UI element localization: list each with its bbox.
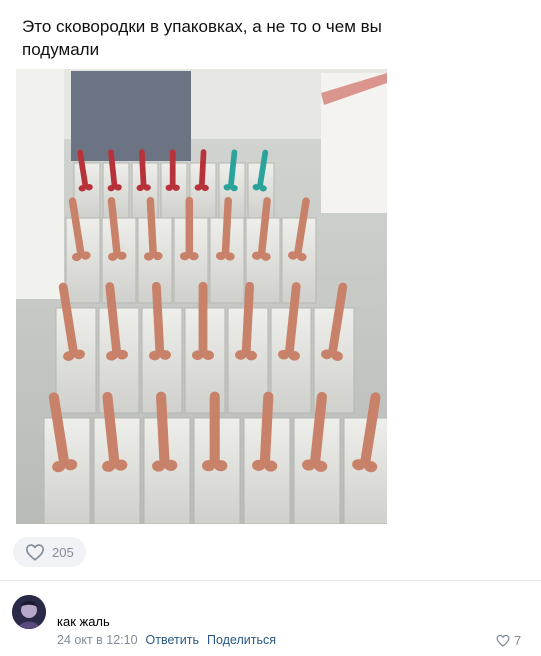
comment-like-button[interactable]: 7	[496, 633, 521, 648]
reply-button[interactable]: Ответить	[146, 633, 199, 647]
heart-outline-icon	[496, 634, 510, 647]
post-photo[interactable]: Это сковородки в упаковках, а не то о че…	[16, 13, 387, 524]
caption-band: Это сковородки в упаковках, а не то о че…	[16, 13, 387, 69]
photo-illustration	[16, 13, 387, 524]
divider	[0, 580, 541, 581]
comment-like-count: 7	[514, 633, 522, 648]
avatar[interactable]	[12, 595, 46, 629]
heart-outline-icon	[25, 544, 45, 561]
share-button[interactable]: Поделиться	[207, 633, 276, 647]
comment-text: как жаль	[57, 614, 110, 629]
post-caption: Это сковородки в упаковках, а не то о че…	[22, 17, 382, 59]
comment-meta: 24 окт в 12:10 Ответить Поделиться	[57, 633, 276, 647]
post-like-button[interactable]: 205	[13, 537, 86, 567]
avatar-image	[12, 595, 46, 629]
comment-time[interactable]: 24 окт в 12:10	[57, 633, 138, 647]
post-like-count: 205	[52, 544, 74, 560]
